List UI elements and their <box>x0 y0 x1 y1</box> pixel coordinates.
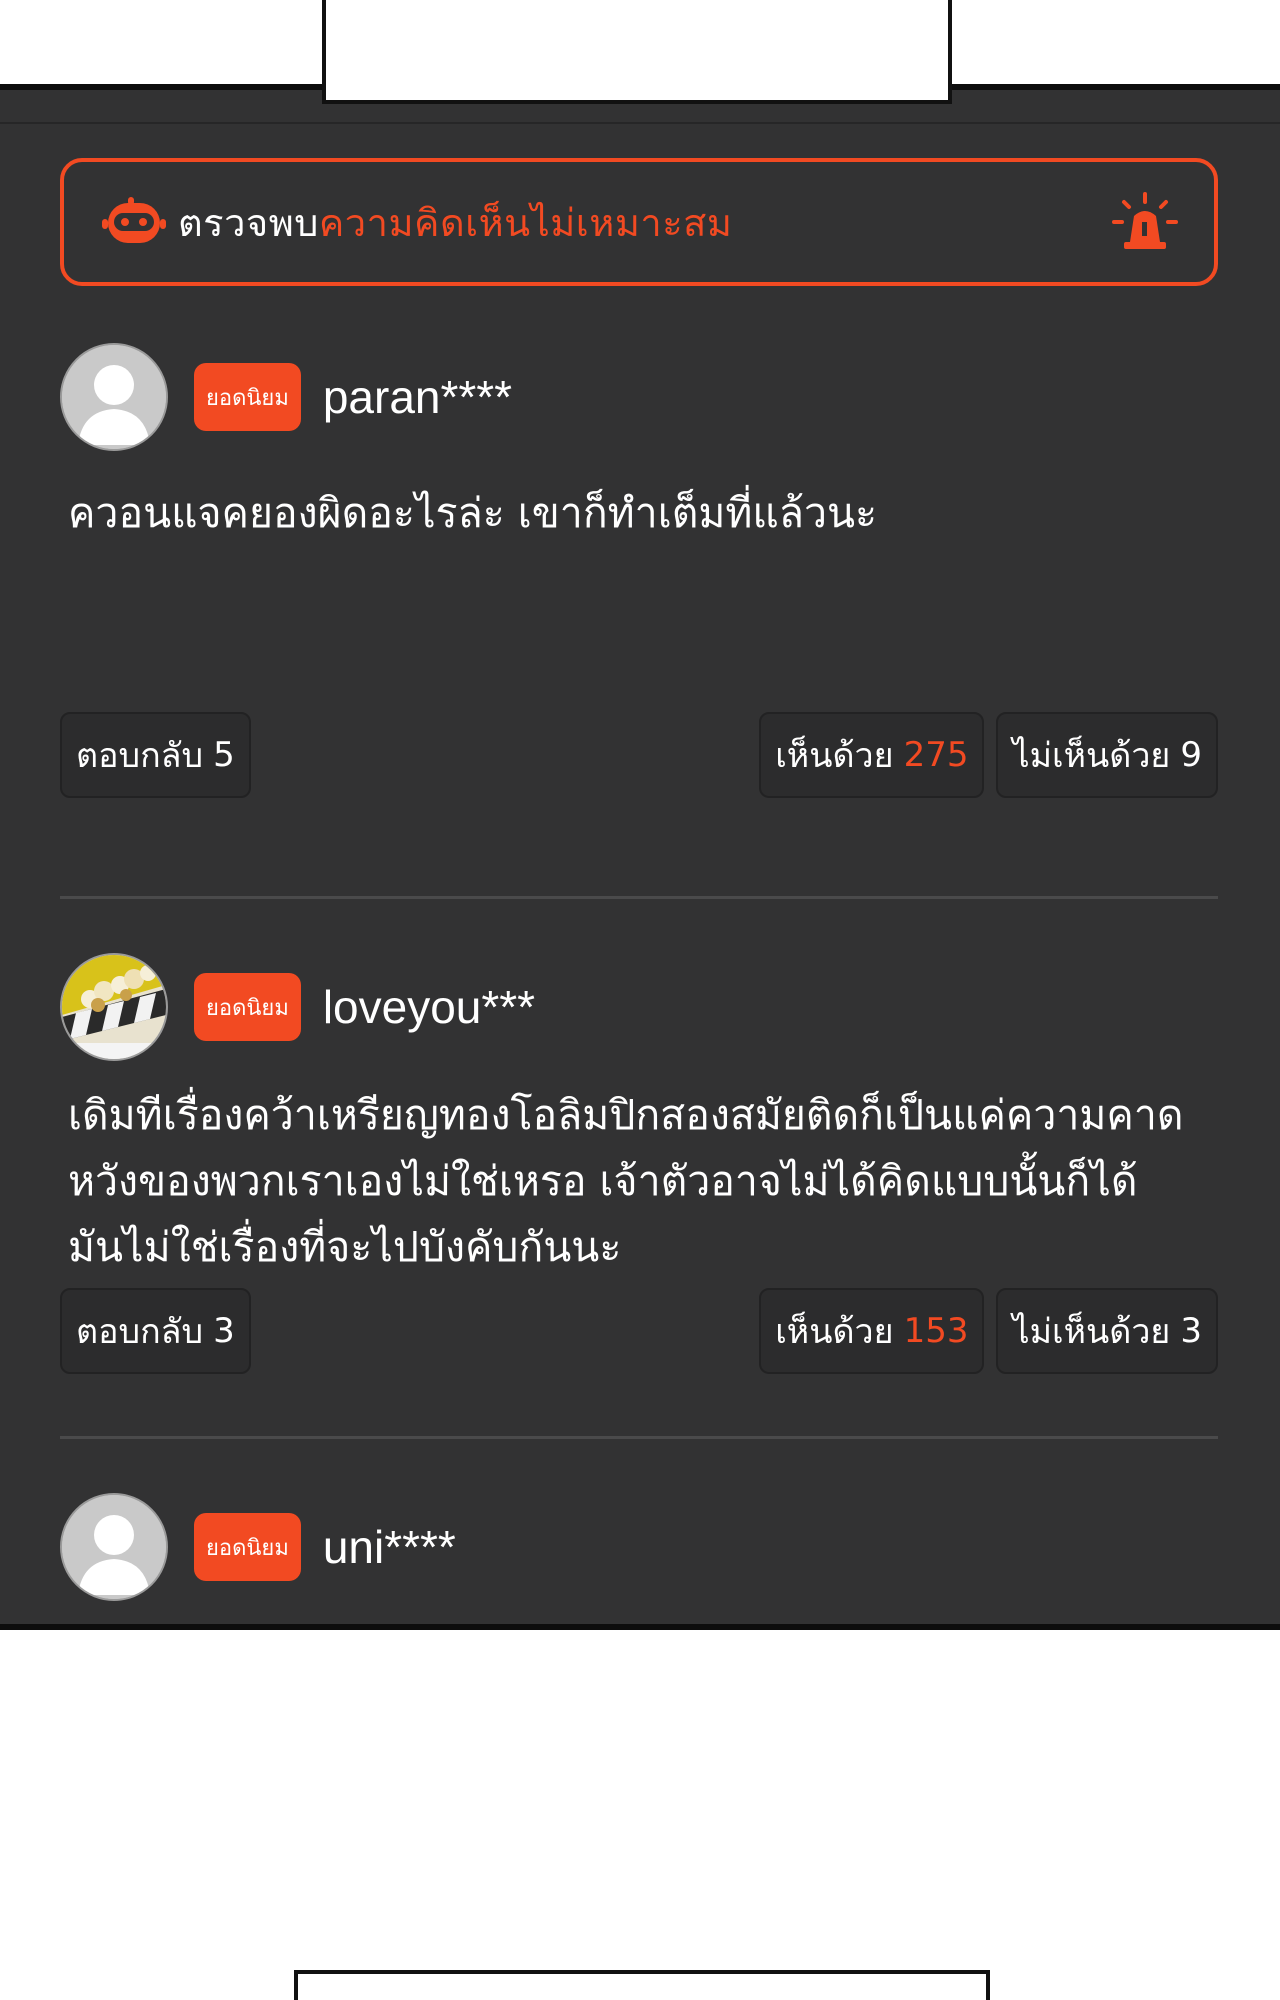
disagree-button[interactable]: ไม่เห็นด้วย 3 <box>996 1288 1218 1374</box>
warning-prefix: ตรวจพบ <box>178 200 319 245</box>
comment-divider <box>60 896 1218 899</box>
comment-item: ยอดนิยม paran**** ควอนแจคยองผิดอะไรล่ะ เ… <box>60 342 1218 800</box>
reply-label: ตอบกลับ <box>76 1312 204 1352</box>
comment-text: ควอนแจคยองผิดอะไรล่ะ เขาก็ทำเต็มที่แล้วน… <box>68 489 878 537</box>
disagree-count: 3 <box>1180 1311 1202 1351</box>
disagree-count: 9 <box>1180 735 1202 775</box>
username[interactable]: paran**** <box>323 370 512 424</box>
popular-badge: ยอดนิยม <box>194 363 301 431</box>
reply-count: 3 <box>213 1311 235 1351</box>
disagree-label: ไม่เห็นด้วย <box>1012 736 1171 776</box>
reply-button[interactable]: ตอบกลับ 3 <box>60 1288 251 1374</box>
avatar[interactable] <box>60 953 168 1061</box>
reply-count: 5 <box>213 735 235 775</box>
robot-icon <box>102 197 166 243</box>
agree-label: เห็นด้วย <box>775 1312 894 1352</box>
speech-box-top <box>322 0 952 104</box>
comment-item: ยอดนิยม uni**** <box>60 1492 1218 1602</box>
disagree-label: ไม่เห็นด้วย <box>1012 1312 1171 1352</box>
comment-item: ยอดนิยม loveyou*** เดิมทีเรื่องคว้าเหรีย… <box>60 952 1218 1376</box>
popular-badge: ยอดนิยม <box>194 973 301 1041</box>
comment-header: ยอดนิยม loveyou*** <box>60 952 1218 1062</box>
avatar[interactable] <box>60 343 168 451</box>
comment-header: ยอดนิยม paran**** <box>60 342 1218 452</box>
agree-count: 153 <box>903 1311 969 1351</box>
popcorn-clapperboard-icon <box>62 955 166 1059</box>
comment-actions: ตอบกลับ 5 เห็นด้วย 275 ไม่เห็นด้วย 9 <box>60 710 1218 800</box>
panel-divider-line <box>0 122 1280 124</box>
default-avatar-icon <box>62 1495 166 1599</box>
warning-text: ตรวจพบความคิดเห็นไม่เหมาะสม <box>178 192 732 253</box>
agree-button[interactable]: เห็นด้วย 275 <box>759 712 985 798</box>
username[interactable]: uni**** <box>323 1520 456 1574</box>
comments-panel: ตรวจพบความคิดเห็นไม่เหมาะสม ยอดนิยม para… <box>0 84 1280 1630</box>
agree-count: 275 <box>903 735 969 775</box>
reply-button[interactable]: ตอบกลับ 5 <box>60 712 251 798</box>
disagree-button[interactable]: ไม่เห็นด้วย 9 <box>996 712 1218 798</box>
warning-highlight: ความคิดเห็นไม่เหมาะสม <box>318 200 733 245</box>
reply-label: ตอบกลับ <box>76 736 204 776</box>
agree-button[interactable]: เห็นด้วย 153 <box>759 1288 985 1374</box>
agree-label: เห็นด้วย <box>775 736 894 776</box>
speech-box-bottom <box>294 1970 990 2000</box>
comment-actions: ตอบกลับ 3 เห็นด้วย 153 ไม่เห็นด้วย 3 <box>60 1286 1218 1376</box>
page: ตรวจพบความคิดเห็นไม่เหมาะสม ยอดนิยม para… <box>0 0 1280 2000</box>
username[interactable]: loveyou*** <box>323 980 535 1034</box>
avatar[interactable] <box>60 1493 168 1601</box>
default-avatar-icon <box>62 345 166 449</box>
comment-header: ยอดนิยม uni**** <box>60 1492 1218 1602</box>
inappropriate-comment-warning[interactable]: ตรวจพบความคิดเห็นไม่เหมาะสม <box>60 158 1218 286</box>
popular-badge: ยอดนิยม <box>194 1513 301 1581</box>
comment-divider <box>60 1436 1218 1439</box>
siren-icon <box>1112 192 1178 249</box>
comment-text: เดิมทีเรื่องคว้าเหรียญทองโอลิมปิกสองสมัย… <box>68 1091 1184 1271</box>
